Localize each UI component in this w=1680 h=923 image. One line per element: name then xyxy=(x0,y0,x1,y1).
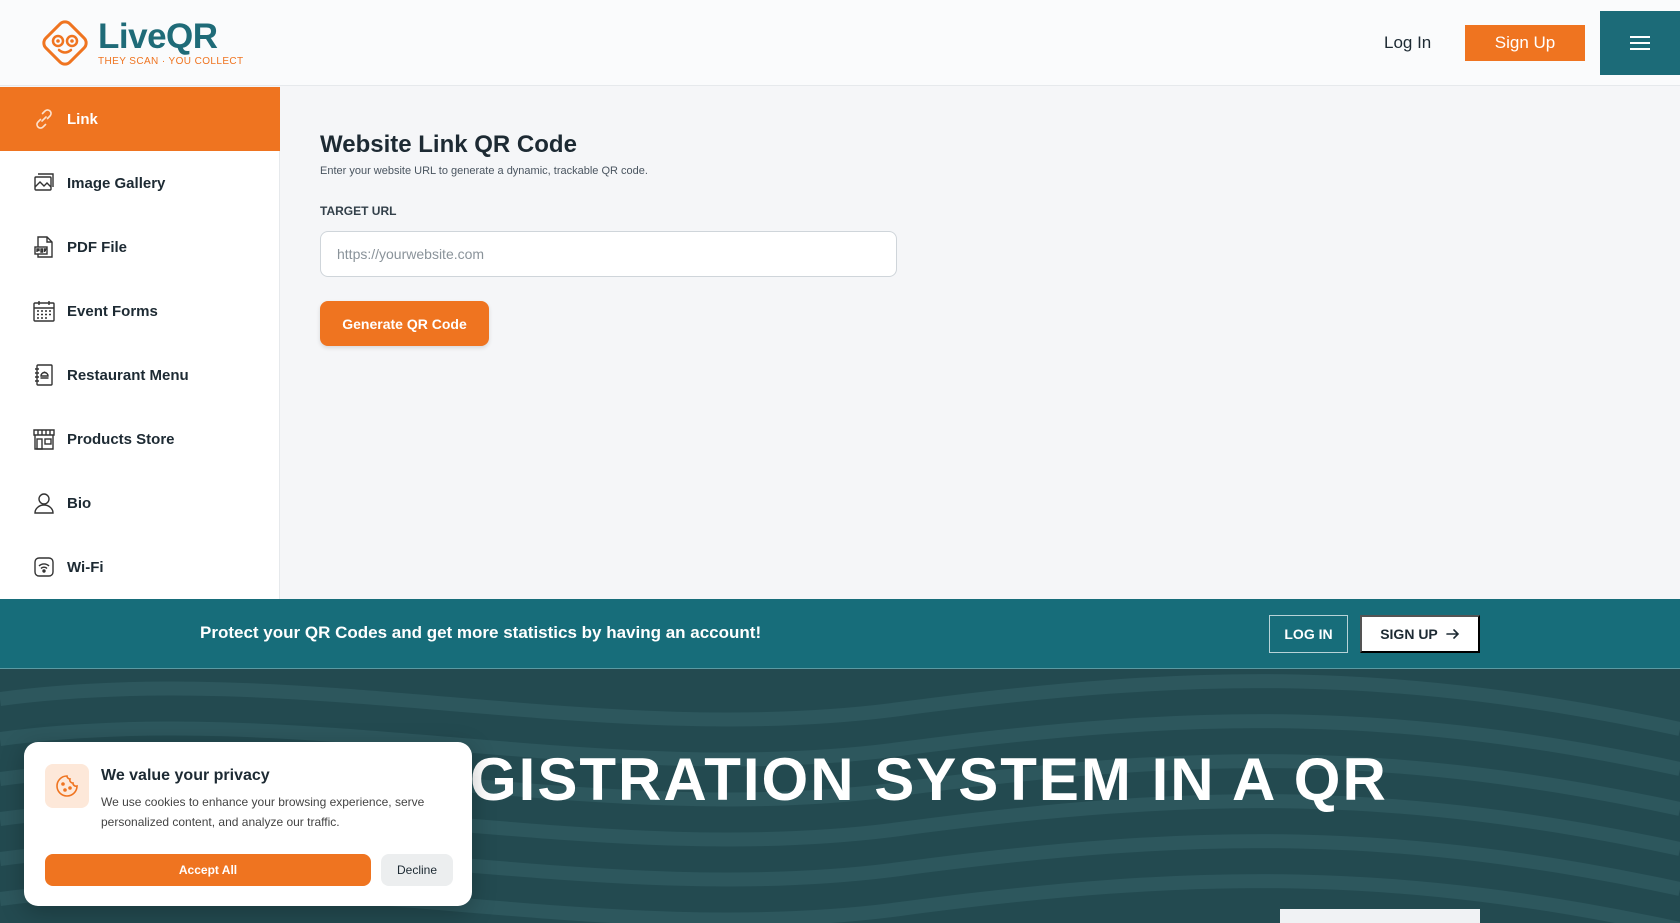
page-subtitle: Enter your website URL to generate a dyn… xyxy=(320,165,648,177)
header-signup-button[interactable]: Sign Up xyxy=(1465,25,1585,61)
sidebar-item-label: Image Gallery xyxy=(67,174,166,192)
hero-card xyxy=(1280,909,1480,923)
page-title: Website Link QR Code xyxy=(320,131,577,158)
menu-button[interactable] xyxy=(1600,11,1680,75)
sidebar-item-label: Wi-Fi xyxy=(67,558,104,576)
sidebar-item-pdf-file[interactable]: PDF File xyxy=(0,215,280,279)
sidebar-item-link[interactable]: Link xyxy=(0,87,280,151)
cookie-title: We value your privacy xyxy=(101,767,270,784)
sidebar-item-label: Restaurant Menu xyxy=(67,366,189,384)
pdf-file-icon xyxy=(31,234,57,260)
promo-signup-label: SIGN UP xyxy=(1380,626,1438,642)
logo-tagline: THEY SCAN · YOU COLLECT xyxy=(98,56,244,67)
calendar-icon xyxy=(31,298,57,324)
target-url-input[interactable] xyxy=(320,231,897,277)
image-gallery-icon xyxy=(31,170,57,196)
menu-book-icon xyxy=(31,362,57,388)
sidebar-item-label: Event Forms xyxy=(67,302,158,320)
main-content: Website Link QR Code Enter your website … xyxy=(281,87,1680,599)
sidebar-item-bio[interactable]: Bio xyxy=(0,471,280,535)
cookie-consent-dialog: We value your privacy We use cookies to … xyxy=(24,742,472,906)
sidebar-item-image-gallery[interactable]: Image Gallery xyxy=(0,151,280,215)
promo-signup-button[interactable]: SIGN UP xyxy=(1360,615,1480,653)
sidebar-item-label: Products Store xyxy=(67,430,175,448)
logo[interactable]: LiveQR THEY SCAN · YOU COLLECT xyxy=(38,16,244,70)
hero-title: GISTRATION SYSTEM IN A QR xyxy=(470,746,1388,813)
link-icon xyxy=(31,106,57,132)
promo-login-button[interactable]: LOG IN xyxy=(1269,615,1348,653)
sidebar: Link Image Gallery PDF File Event Forms … xyxy=(0,87,280,599)
target-url-label: TARGET URL xyxy=(320,204,397,218)
logo-icon xyxy=(42,20,88,66)
sidebar-item-event-forms[interactable]: Event Forms xyxy=(0,279,280,343)
cookie-text: We use cookies to enhance your browsing … xyxy=(101,795,425,829)
decline-cookies-button[interactable]: Decline xyxy=(381,854,453,886)
cookie-icon xyxy=(45,764,89,808)
person-icon xyxy=(31,490,57,516)
site-header: LiveQR THEY SCAN · YOU COLLECT Log In Si… xyxy=(0,0,1680,86)
sidebar-item-restaurant-menu[interactable]: Restaurant Menu xyxy=(0,343,280,407)
sidebar-item-wifi[interactable]: Wi-Fi xyxy=(0,535,280,599)
account-promo-bar: Protect your QR Codes and get more stati… xyxy=(0,599,1680,669)
generate-qr-button[interactable]: Generate QR Code xyxy=(320,301,489,346)
sidebar-item-label: Link xyxy=(67,110,98,128)
hamburger-icon xyxy=(1630,36,1650,50)
sidebar-item-label: PDF File xyxy=(67,238,128,256)
sidebar-item-products-store[interactable]: Products Store xyxy=(0,407,280,471)
store-icon xyxy=(31,426,57,452)
arrow-right-icon xyxy=(1445,629,1459,639)
promo-text: Protect your QR Codes and get more stati… xyxy=(200,623,762,642)
header-login-link[interactable]: Log In xyxy=(1384,33,1431,53)
sidebar-item-label: Bio xyxy=(67,494,92,512)
logo-name: LiveQR xyxy=(98,17,218,56)
wifi-icon xyxy=(31,554,57,580)
accept-cookies-button[interactable]: Accept All xyxy=(45,854,371,886)
